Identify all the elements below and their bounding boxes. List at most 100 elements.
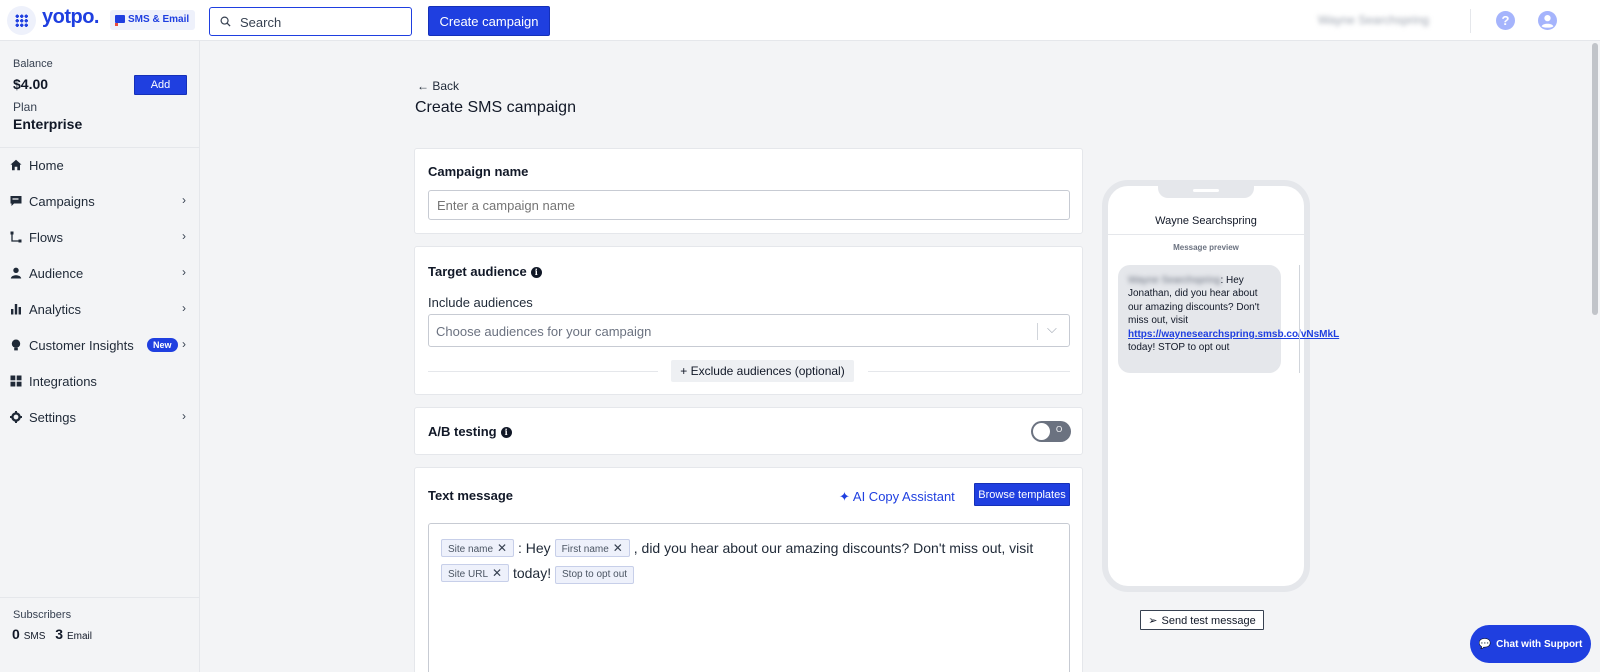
chevron-right-icon: › (182, 229, 186, 243)
include-audiences-select[interactable]: Choose audiences for your campaign ⌵ (428, 314, 1070, 347)
phone-notch (1158, 180, 1254, 198)
ai-copy-assistant-label: AI Copy Assistant (852, 489, 955, 504)
select-separator (1037, 323, 1038, 340)
blurred-sender-name: Wayne Searchspring (1128, 275, 1221, 286)
browse-templates-button[interactable]: Browse templates (974, 483, 1070, 506)
search-placeholder: Search (240, 15, 282, 30)
sidebar-item-label: Audience (29, 266, 84, 281)
account-switcher[interactable]: Wayne Searchspring (1318, 13, 1429, 27)
product-badge[interactable]: SMS & Email (110, 10, 196, 30)
exclude-audiences-row: + Exclude audiences (optional) (428, 360, 1070, 382)
subscribers-panel: Subscribers 0 SMS 3 Email (0, 597, 199, 672)
ab-testing-title-text: A/B testing (428, 424, 497, 439)
chevron-right-icon: › (182, 193, 186, 207)
chip-label: Site URL (448, 569, 489, 580)
sms-email-icon (115, 15, 125, 26)
sidebar-item-analytics[interactable]: Analytics › (0, 295, 199, 325)
sparkle-icon: ✦ (839, 489, 850, 504)
sidebar-item-label: Analytics (29, 302, 82, 317)
chevron-right-icon: › (182, 337, 186, 351)
phone-preview: Wayne Searchspring Message preview Wayne… (1102, 180, 1339, 592)
ab-testing-toggle[interactable]: O (1031, 421, 1071, 442)
page-scrollbar[interactable] (1592, 43, 1598, 315)
sidebar-item-label: Integrations (29, 374, 97, 389)
target-audience-title: Target audience i (428, 264, 542, 279)
send-test-message-button[interactable]: ➢ Send test message (1140, 610, 1264, 630)
preview-contact-name: Wayne Searchspring (1155, 215, 1257, 227)
search-icon (220, 16, 231, 27)
subscribers-label: Subscribers (13, 609, 72, 621)
text-message-card: Text message ✦ AI Copy Assistant Browse t… (414, 467, 1083, 672)
toggle-state: O (1056, 425, 1063, 434)
campaign-name-title: Campaign name (428, 164, 529, 179)
stop-opt-out-chip: Stop to opt out (555, 566, 635, 584)
search-input[interactable]: Search (209, 7, 412, 36)
user-account-icon[interactable] (1538, 11, 1557, 30)
sidebar-item-campaigns[interactable]: Campaigns › (0, 187, 199, 217)
chevron-right-icon: › (182, 301, 186, 315)
sidebar-item-label: Flows (29, 230, 63, 245)
remove-chip-icon[interactable]: ✕ (497, 541, 507, 555)
text-message-title: Text message (428, 488, 514, 503)
info-icon[interactable]: i (530, 267, 542, 278)
back-label: Back (432, 79, 460, 93)
ai-copy-assistant-link[interactable]: ✦ AI Copy Assistant (839, 489, 955, 505)
bar-chart-icon (11, 304, 21, 315)
chat-support-label: Chat with Support (1496, 638, 1583, 650)
send-icon: ➢ (1148, 614, 1158, 627)
ab-testing-title: A/B testing i (428, 424, 512, 439)
yotpo-logo[interactable]: yotpo. (42, 6, 100, 29)
grid-icon (10, 375, 22, 387)
flow-icon (10, 231, 22, 243)
site-url-chip[interactable]: Site URL ✕ (441, 564, 510, 582)
sidebar-item-label: Campaigns (29, 194, 95, 209)
preview-text: today! STOP to opt out (1128, 342, 1230, 354)
first-name-chip[interactable]: First name ✕ (554, 539, 630, 557)
subscribers-counts: 0 SMS 3 Email (12, 626, 92, 642)
sidebar-item-home[interactable]: Home (0, 151, 199, 181)
remove-chip-icon[interactable]: ✕ (613, 541, 623, 555)
home-icon (10, 159, 22, 171)
exclude-audiences-button[interactable]: + Exclude audiences (optional) (671, 360, 854, 382)
sidebar: Balance $4.00 Add Plan Enterprise Home C… (0, 41, 200, 672)
apps-grid-icon[interactable] (7, 6, 36, 35)
add-balance-button[interactable]: Add (134, 75, 187, 95)
balance-panel: Balance $4.00 Add Plan Enterprise (0, 41, 199, 148)
person-icon (10, 267, 22, 279)
sidebar-item-customer-insights[interactable]: Customer Insights New › (0, 331, 199, 361)
topbar-divider (1470, 9, 1471, 33)
bulb-icon (11, 339, 21, 351)
message-preview-label: Message preview (1173, 243, 1239, 252)
chevron-right-icon: › (182, 265, 186, 279)
chat-with-support-button[interactable]: 💬 Chat with Support (1470, 625, 1591, 663)
gear-icon (10, 411, 22, 423)
remove-chip-icon[interactable]: ✕ (492, 566, 502, 580)
message-icon (10, 196, 22, 206)
site-name-chip[interactable]: Site name ✕ (441, 539, 515, 557)
sidebar-item-settings[interactable]: Settings › (0, 403, 199, 433)
chat-icon: 💬 (1478, 638, 1492, 650)
chevron-right-icon: › (182, 409, 186, 423)
email-count-label: Email (66, 631, 92, 642)
sms-count-label: SMS (23, 631, 46, 642)
sidebar-item-integrations[interactable]: Integrations (0, 367, 199, 397)
sidebar-item-audience[interactable]: Audience › (0, 259, 199, 289)
info-icon[interactable]: i (500, 427, 512, 438)
create-campaign-button[interactable]: Create campaign (428, 6, 550, 36)
ab-testing-card: A/B testing i O (414, 407, 1083, 455)
page-title: Create SMS campaign (415, 99, 576, 116)
sidebar-item-label: Settings (29, 410, 76, 425)
chip-label: Stop to opt out (562, 569, 628, 580)
message-content: Site name ✕ : Hey First name ✕ , did you h… (441, 536, 1061, 586)
back-link[interactable]: ← Back (417, 79, 459, 93)
sidebar-item-flows[interactable]: Flows › (0, 223, 199, 253)
divider (868, 371, 1070, 372)
plan-label: Plan (13, 100, 38, 114)
email-count: 3 (55, 626, 64, 642)
help-icon[interactable]: ? (1496, 11, 1515, 30)
campaign-name-input[interactable] (428, 190, 1070, 220)
chevron-down-icon: ⌵ (1047, 321, 1057, 336)
preview-link[interactable]: https://waynesearchspring.smsb.co/vNsMkL (1128, 329, 1339, 340)
message-editor[interactable]: Site name ✕ : Hey First name ✕ , did you h… (428, 523, 1070, 672)
target-audience-title-text: Target audience (428, 264, 527, 279)
